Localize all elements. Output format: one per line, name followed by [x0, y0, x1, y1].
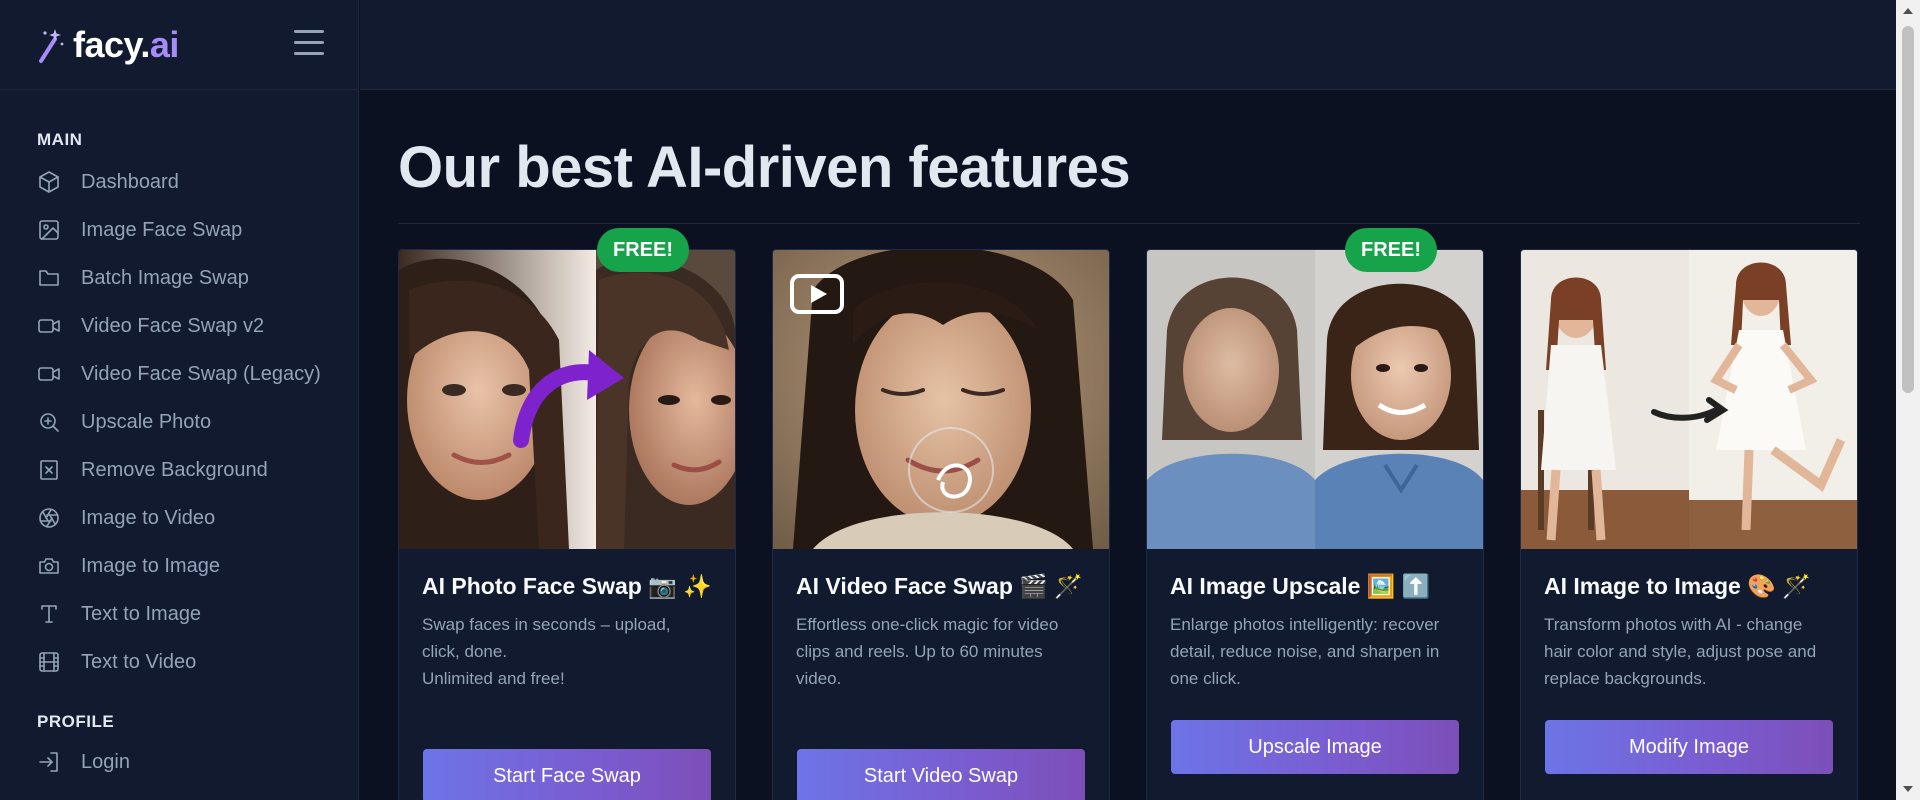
start-video-swap-button[interactable]: Start Video Swap — [797, 749, 1085, 800]
brand-name: facy — [73, 23, 141, 65]
feature-image-upscale[interactable] — [1147, 250, 1483, 549]
sidebar-item-label: Batch Image Swap — [81, 266, 249, 289]
card-description: Effortless one-click magic for video cli… — [796, 611, 1086, 692]
scroll-down-arrow-icon[interactable] — [1903, 786, 1913, 792]
feature-image-image-to-image[interactable] — [1521, 250, 1857, 549]
sidebar-item-image-to-image[interactable]: Image to Image — [0, 542, 358, 590]
section-title-profile: PROFILE — [37, 712, 115, 731]
card-title: AI Image to Image 🎨 🪄 — [1544, 573, 1811, 599]
sidebar-item-label: Image to Image — [81, 554, 220, 577]
aperture-icon — [39, 508, 59, 528]
brand-header: facy.ai — [0, 0, 358, 90]
card-description-line: Unlimited and free! — [422, 669, 565, 688]
camera-icon — [39, 558, 59, 574]
section-title-main: MAIN — [37, 130, 83, 149]
sidebar-item-batch-image-swap[interactable]: Batch Image Swap — [0, 254, 358, 302]
sidebar-item-image-face-swap[interactable]: Image Face Swap — [0, 206, 358, 254]
sidebar-item-upscale-photo[interactable]: Upscale Photo — [0, 398, 358, 446]
divider — [398, 223, 1860, 224]
brand-dot: . — [140, 23, 150, 65]
sidebar-item-label: Text to Video — [81, 650, 197, 673]
type-icon — [41, 605, 57, 623]
hamburger-line — [294, 30, 324, 33]
sidebar-item-label: Dashboard — [81, 170, 179, 193]
sidebar-item-label: Text to Image — [81, 602, 202, 625]
sidebar-item-remove-background[interactable]: Remove Background — [0, 446, 358, 494]
card-description-line: Swap faces in seconds – upload, click, d… — [422, 615, 671, 661]
card-description: Transform photos with AI - change hair c… — [1544, 611, 1834, 692]
scrollbar-thumb[interactable] — [1902, 26, 1914, 393]
sidebar-item-text-to-video[interactable]: Text to Video — [0, 638, 358, 686]
sidebar-item-label: Video Face Swap v2 — [81, 314, 265, 337]
card-body: AI Image Upscale 🖼️ ⬆️ Enlarge photos in… — [1147, 549, 1483, 692]
upscale-illustration — [1147, 250, 1483, 549]
brand-suffix: ai — [149, 23, 180, 65]
menu-toggle-button[interactable] — [294, 30, 324, 56]
free-badge: FREE! — [597, 228, 689, 272]
sidebar-item-video-face-swap-legacy[interactable]: Video Face Swap (Legacy) — [0, 350, 358, 398]
page-title: Our best AI-driven features — [398, 135, 1131, 200]
cube-icon — [39, 171, 59, 193]
feature-image-video-face-swap[interactable] — [773, 250, 1109, 549]
sidebar-item-video-face-swap-v2[interactable]: Video Face Swap v2 — [0, 302, 358, 350]
card-description: Swap faces in seconds – upload, click, d… — [422, 611, 712, 692]
brand-logo[interactable]: facy.ai — [73, 24, 179, 66]
hamburger-line — [294, 52, 324, 55]
face-swap-illustration — [399, 250, 735, 549]
feature-card-video-face-swap: AI Video Face Swap 🎬 🪄 Effortless one-cl… — [772, 249, 1110, 800]
feature-image-face-swap[interactable] — [399, 250, 735, 549]
sidebar-item-dashboard[interactable]: Dashboard — [0, 158, 358, 206]
sidebar-item-label: Upscale Photo — [81, 410, 212, 433]
card-description: Enlarge photos intelligently: recover de… — [1170, 611, 1460, 692]
card-title: AI Video Face Swap 🎬 🪄 — [796, 573, 1083, 599]
x-square-icon — [40, 460, 58, 480]
app-root: facy.ai MAIN Dashboard Image Face Swap B… — [0, 0, 1920, 800]
image-to-image-illustration — [1521, 250, 1857, 549]
image-icon — [39, 220, 59, 240]
sidebar-item-image-to-video[interactable]: Image to Video — [0, 494, 358, 542]
card-body: AI Video Face Swap 🎬 🪄 Effortless one-cl… — [773, 549, 1109, 692]
main-content: Our best AI-driven features FREE! AI Pho… — [360, 90, 1896, 800]
feature-card-photo-face-swap: FREE! AI Photo Face Swap 📷 ✨ Swap faces … — [398, 228, 736, 800]
sidebar-item-label: Video Face Swap (Legacy) — [81, 362, 321, 385]
video-camera-icon — [38, 319, 60, 333]
card-body: AI Photo Face Swap 📷 ✨ Swap faces in sec… — [399, 549, 735, 692]
card-title: AI Photo Face Swap 📷 ✨ — [422, 573, 712, 599]
sidebar-item-label: Remove Background — [81, 458, 268, 481]
card-description-line: Enlarge photos intelligently: recover de… — [1170, 615, 1440, 688]
video-face-swap-illustration — [773, 250, 1109, 549]
sidebar-item-label: Image to Video — [81, 506, 216, 529]
feature-card-image-upscale: FREE! AI Image Upscale 🖼️ ⬆️ Enlarge pho… — [1146, 228, 1484, 800]
video-camera-icon — [38, 367, 60, 381]
magic-wand-icon — [39, 28, 64, 63]
start-face-swap-button[interactable]: Start Face Swap — [423, 749, 711, 800]
page-scrollbar[interactable] — [1896, 0, 1920, 800]
feature-card-image-to-image: AI Image to Image 🎨 🪄 Transform photos w… — [1520, 249, 1858, 800]
login-icon — [39, 752, 58, 772]
sidebar-item-label: Image Face Swap — [81, 218, 243, 241]
card-body: AI Image to Image 🎨 🪄 Transform photos w… — [1521, 549, 1857, 692]
card-title: AI Image Upscale 🖼️ ⬆️ — [1170, 573, 1431, 599]
sidebar-item-text-to-image[interactable]: Text to Image — [0, 590, 358, 638]
main-nav: MAIN Dashboard Image Face Swap Batch Ima… — [0, 130, 358, 786]
film-icon — [39, 652, 59, 672]
folder-icon — [39, 270, 59, 286]
sidebar: facy.ai MAIN Dashboard Image Face Swap B… — [0, 0, 359, 800]
hamburger-line — [294, 41, 324, 44]
card-description-line: Transform photos with AI - change hair c… — [1544, 615, 1817, 688]
top-bar — [360, 0, 1896, 90]
sidebar-item-login[interactable]: Login — [0, 738, 358, 786]
modify-image-button[interactable]: Modify Image — [1545, 720, 1833, 774]
zoom-in-icon — [40, 413, 59, 432]
upscale-image-button[interactable]: Upscale Image — [1171, 720, 1459, 774]
sidebar-item-label: Login — [81, 750, 130, 773]
free-badge: FREE! — [1345, 228, 1437, 272]
card-description-line: Effortless one-click magic for video cli… — [796, 615, 1059, 688]
scroll-up-arrow-icon[interactable] — [1903, 8, 1913, 14]
